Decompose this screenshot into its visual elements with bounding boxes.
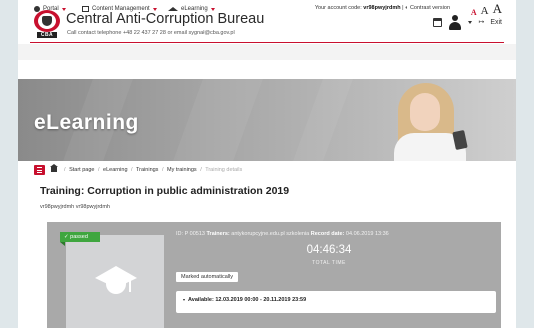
- logo-tag: CBA: [37, 32, 57, 38]
- hamburger-line: [37, 167, 42, 168]
- nav-label: eLearning: [181, 6, 208, 12]
- breadcrumb-trainings[interactable]: Trainings: [136, 167, 158, 173]
- breadcrumb-my-trainings[interactable]: My trainings: [167, 167, 197, 173]
- breadcrumb-separator: /: [161, 167, 164, 173]
- contact-info: Call contact telephone +48 22 437 27 28 …: [67, 30, 235, 36]
- font-size-medium[interactable]: A: [481, 5, 489, 17]
- status-badge: ✓ passed: [60, 232, 100, 246]
- user-avatar-icon[interactable]: [448, 14, 462, 30]
- font-size-controls: A A A: [471, 1, 502, 17]
- account-code: vr98pwyjrdmh: [363, 5, 401, 11]
- total-time-label: TOTAL TIME: [312, 260, 346, 266]
- site-title[interactable]: Central Anti-Corruption Bureau: [66, 11, 264, 27]
- chevron-down-icon: [152, 7, 157, 11]
- breadcrumb: / Start page / eLearning / Trainings / M…: [62, 167, 242, 173]
- user-head: [452, 14, 459, 21]
- home-icon[interactable]: [50, 164, 58, 172]
- cap-crown: [106, 283, 126, 294]
- eagle-icon: [42, 16, 52, 26]
- menu-toggle-button[interactable]: [34, 165, 45, 175]
- account-info: Your account code: vr98pwyjrdmh | ◐ Cont…: [315, 5, 450, 11]
- exit-icon[interactable]: ↦: [478, 18, 484, 26]
- font-size-small[interactable]: A: [471, 8, 477, 17]
- elearning-banner: eLearning: [18, 79, 516, 161]
- id-value: P 00513: [184, 231, 205, 237]
- trainers-label: Trainers:: [206, 231, 230, 237]
- contrast-icon[interactable]: ◐: [405, 5, 408, 11]
- banner-person-image: [376, 79, 486, 161]
- account-code-label: Your account code:: [314, 5, 362, 11]
- accessibility-bar: [18, 44, 516, 60]
- exit-link[interactable]: Exit: [490, 19, 502, 26]
- hamburger-line: [37, 172, 42, 173]
- availability-text[interactable]: Available: 12.03.2019 00:00 - 20.11.2019…: [188, 297, 306, 303]
- chevron-down-icon[interactable]: [183, 299, 185, 301]
- person-face: [410, 93, 440, 131]
- available-label: Available:: [188, 297, 214, 303]
- banner-stripe: [173, 79, 263, 161]
- training-user: vr98pwyjrdmh vr98pwyjrdmh: [40, 204, 110, 210]
- record-value: 04.06.2019 13:36: [345, 231, 389, 237]
- graduation-cap-icon: [95, 266, 137, 308]
- nav-label: Content Management: [92, 6, 150, 12]
- available-value: 12.03.2019 00:00 - 20.11.2019 23:59: [215, 297, 307, 303]
- status-badge-label: passed: [70, 234, 88, 240]
- breadcrumb-separator: /: [131, 167, 133, 173]
- breadcrumb-current: Training details: [205, 167, 243, 173]
- main-nav: [18, 60, 516, 79]
- hamburger-line: [37, 169, 42, 171]
- banner-stripe: [293, 79, 353, 161]
- nav-item-content-management[interactable]: Content Management: [82, 6, 157, 12]
- banner-title: eLearning: [34, 111, 139, 134]
- contrast-link[interactable]: Contrast version: [410, 5, 450, 11]
- trainers-value: antykorupcyjne.edu.pl szkolenia: [231, 231, 310, 237]
- account-separator: |: [402, 5, 404, 11]
- edit-icon: [82, 6, 89, 12]
- nav-item-elearning[interactable]: eLearning: [168, 6, 215, 12]
- browser-page: CBA Central Anti-Corruption Bureau Call …: [18, 0, 516, 328]
- header-divider: [30, 42, 504, 43]
- chevron-down-icon: [210, 7, 215, 11]
- id-label: ID:: [176, 231, 184, 237]
- cba-logo-icon[interactable]: CBA: [34, 10, 60, 38]
- chevron-down-icon: [61, 7, 66, 11]
- breadcrumb-separator: /: [97, 167, 100, 173]
- user-body: [449, 21, 462, 30]
- globe-icon: [34, 6, 40, 12]
- nav-label: Portal: [43, 6, 59, 12]
- calendar-icon[interactable]: [433, 17, 443, 27]
- nav-item-portal[interactable]: Portal: [34, 6, 66, 12]
- font-size-large[interactable]: A: [493, 1, 502, 17]
- breadcrumb-elearning[interactable]: eLearning: [103, 167, 127, 173]
- cap-tassel: [129, 278, 131, 292]
- breadcrumb-separator: /: [64, 167, 66, 173]
- training-meta: ID: P 00513 Trainers: antykorupcyjne.edu…: [176, 231, 389, 237]
- breadcrumb-separator: /: [200, 167, 202, 173]
- breadcrumb-start-page[interactable]: Start page: [69, 167, 94, 173]
- page-title: Training: Corruption in public administr…: [40, 185, 290, 197]
- graduation-cap-icon: [168, 7, 178, 11]
- cap-board-top: [95, 266, 137, 278]
- total-time-value: 04:46:34: [306, 244, 352, 256]
- chevron-down-icon[interactable]: [468, 20, 473, 24]
- phone-icon: [452, 129, 468, 151]
- record-label: Record date:: [310, 231, 345, 237]
- marked-automatically-badge: Marked automatically: [176, 272, 238, 282]
